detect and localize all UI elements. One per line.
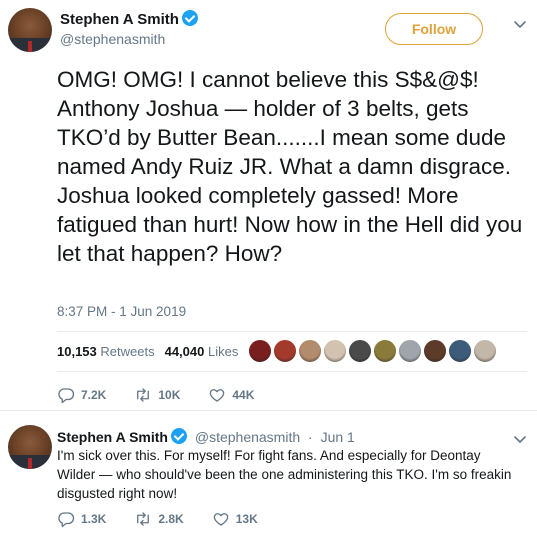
tweet-text: OMG! OMG! I cannot believe this S$&@$! A… xyxy=(57,67,529,266)
divider xyxy=(57,331,527,332)
liker-avatar[interactable] xyxy=(273,339,297,363)
chevron-down-icon[interactable] xyxy=(512,431,528,447)
reply-author-handle[interactable]: @stephenasmith xyxy=(195,429,300,445)
reply-actions: 1.3K 2.8K 13K xyxy=(57,510,286,528)
liker-avatar[interactable] xyxy=(423,339,447,363)
reply-button[interactable]: 1.3K xyxy=(57,510,106,528)
chevron-down-icon[interactable] xyxy=(512,16,528,32)
liker-avatar[interactable] xyxy=(398,339,422,363)
liker-avatar[interactable] xyxy=(323,339,347,363)
tweet-timestamp[interactable]: 8:37 PM - 1 Jun 2019 xyxy=(57,304,186,319)
reply-icon xyxy=(58,512,75,528)
author-handle[interactable]: @stephenasmith xyxy=(60,31,165,47)
liker-avatar[interactable] xyxy=(448,339,472,363)
like-button[interactable]: 13K xyxy=(212,510,258,528)
retweet-count: 10K xyxy=(158,388,181,402)
retweet-count: 2.8K xyxy=(158,512,184,526)
heart-icon xyxy=(213,513,228,526)
engagement-stats: 10,153 Retweets 44,040 Likes xyxy=(57,344,238,359)
reply-header: Stephen A Smith @stephenasmith · Jun 1 xyxy=(57,428,355,445)
like-count: 13K xyxy=(235,512,258,526)
main-tweet: Stephen A Smith @stephenasmith Follow OM… xyxy=(0,0,537,411)
retweet-icon xyxy=(137,512,150,526)
liker-avatars xyxy=(248,339,498,365)
author-name[interactable]: Stephen A Smith xyxy=(60,11,179,28)
divider xyxy=(0,410,537,411)
reply-button[interactable]: 7.2K xyxy=(57,386,106,404)
reply-text: I'm sick over this. For myself! For figh… xyxy=(57,448,512,501)
author-avatar[interactable] xyxy=(8,8,52,52)
likes-stat[interactable]: 44,040 Likes xyxy=(165,344,239,359)
follow-button[interactable]: Follow xyxy=(385,13,483,45)
retweet-icon xyxy=(137,388,150,402)
retweets-label: Retweets xyxy=(100,344,155,359)
reply-separator: · xyxy=(308,429,313,445)
reply-date[interactable]: Jun 1 xyxy=(321,429,355,445)
reply-author-avatar[interactable] xyxy=(8,425,52,469)
retweet-button[interactable]: 10K xyxy=(134,386,180,404)
verified-badge-icon xyxy=(170,428,187,444)
liker-avatar[interactable] xyxy=(373,339,397,363)
tweet-actions: 7.2K 10K 44K xyxy=(57,386,282,404)
author-name-row[interactable]: Stephen A Smith xyxy=(60,10,198,28)
verified-badge-icon xyxy=(181,10,198,26)
likes-label: Likes xyxy=(207,344,239,359)
liker-avatar[interactable] xyxy=(298,339,322,363)
reply-count: 7.2K xyxy=(81,388,107,402)
like-button[interactable]: 44K xyxy=(208,386,254,404)
heart-icon xyxy=(210,389,225,402)
reply-author-name[interactable]: Stephen A Smith xyxy=(57,429,168,445)
avatar-tie xyxy=(27,40,33,52)
retweets-count: 10,153 xyxy=(57,344,97,359)
liker-avatar[interactable] xyxy=(248,339,272,363)
liker-avatar[interactable] xyxy=(473,339,497,363)
reply-icon xyxy=(58,388,75,404)
reply-count: 1.3K xyxy=(81,512,107,526)
retweets-stat[interactable]: 10,153 Retweets xyxy=(57,344,155,359)
liker-avatar[interactable] xyxy=(348,339,372,363)
avatar-tie xyxy=(27,457,33,469)
likes-count: 44,040 xyxy=(164,344,205,359)
retweet-button[interactable]: 2.8K xyxy=(134,510,184,528)
like-count: 44K xyxy=(232,388,255,402)
divider xyxy=(57,371,527,372)
